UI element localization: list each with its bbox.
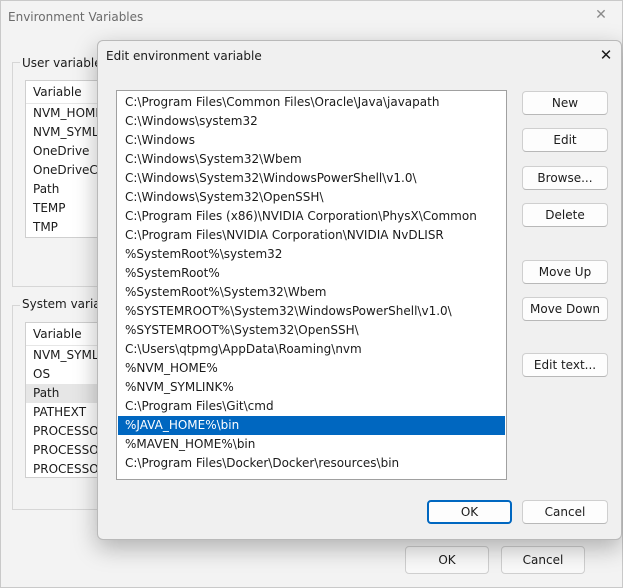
window-title: Environment Variables [8,10,144,24]
path-entry[interactable]: %SYSTEMROOT%\System32\OpenSSH\ [118,321,505,340]
list-item[interactable]: OneDrive [26,142,104,161]
path-entry[interactable]: C:\Program Files\Git\cmd [118,397,505,416]
dialog-title: Edit environment variable [106,49,262,63]
move-down-button[interactable]: Move Down [522,297,608,321]
ok-button[interactable]: OK [427,500,512,524]
cancel-button[interactable]: Cancel [522,500,608,524]
list-item[interactable]: NVM_SYMLIN [26,123,104,142]
list-item[interactable]: NVM_HOME [26,104,104,123]
cancel-button[interactable]: Cancel [501,546,585,574]
path-entry[interactable]: C:\Users\qtpmg\AppData\Roaming\nvm [118,340,505,359]
list-item[interactable]: OneDriveCo [26,161,104,180]
list-item[interactable]: PROCESSOR [26,422,104,441]
path-entry[interactable]: C:\Windows [118,131,505,150]
system-variables-list[interactable]: Variable NVM_SYMLI OS Path PATHEXT PROCE… [25,322,105,478]
path-entry[interactable]: C:\Windows\system32 [118,112,505,131]
path-entry[interactable]: C:\Program Files (x86)\NVIDIA Corporatio… [118,207,505,226]
list-item[interactable]: TEMP [26,199,104,218]
list-item[interactable]: OS [26,365,104,384]
new-button[interactable]: New [522,91,608,115]
list-item[interactable]: PROCESSOR [26,441,104,460]
move-up-button[interactable]: Move Up [522,260,608,284]
list-item[interactable]: TMP [26,218,104,237]
ok-button[interactable]: OK [405,546,489,574]
list-item[interactable]: Path [26,180,104,199]
path-entries-list[interactable]: C:\Program Files\Common Files\Oracle\Jav… [116,90,507,480]
path-entry[interactable]: %MAVEN_HOME%\bin [118,435,505,454]
path-entry[interactable]: C:\Program Files\Common Files\Oracle\Jav… [118,93,505,112]
path-entry[interactable]: C:\Windows\System32\WindowsPowerShell\v1… [118,169,505,188]
column-header-variable[interactable]: Variable [26,323,104,346]
path-entry[interactable]: %SystemRoot% [118,264,505,283]
list-item[interactable]: PROCESSOR [26,460,104,477]
path-entry[interactable]: C:\Windows\System32\Wbem [118,150,505,169]
path-entry-selected[interactable]: %JAVA_HOME%\bin [118,416,505,435]
browse-button[interactable]: Browse... [522,166,608,190]
column-header-variable[interactable]: Variable [26,81,104,104]
list-item[interactable]: PATHEXT [26,403,104,422]
path-entry[interactable]: %NVM_SYMLINK% [118,378,505,397]
user-variables-list[interactable]: Variable NVM_HOME NVM_SYMLIN OneDrive On… [25,80,105,238]
edit-text-button[interactable]: Edit text... [522,353,608,377]
list-item[interactable]: NVM_SYMLI [26,346,104,365]
close-icon[interactable]: ✕ [594,8,608,22]
path-entry[interactable]: %NVM_HOME% [118,359,505,378]
path-entry[interactable]: %SystemRoot%\system32 [118,245,505,264]
delete-button[interactable]: Delete [522,203,608,227]
path-entry[interactable]: C:\Program Files\Docker\Docker\resources… [118,454,505,473]
path-entry[interactable]: C:\Windows\System32\OpenSSH\ [118,188,505,207]
path-entry[interactable]: C:\Program Files\NVIDIA Corporation\NVID… [118,226,505,245]
list-item[interactable]: Path [26,384,104,403]
close-icon[interactable]: ✕ [598,47,614,63]
path-entry[interactable]: %SYSTEMROOT%\System32\WindowsPowerShell\… [118,302,505,321]
path-entry[interactable]: %SystemRoot%\System32\Wbem [118,283,505,302]
edit-button[interactable]: Edit [522,128,608,152]
